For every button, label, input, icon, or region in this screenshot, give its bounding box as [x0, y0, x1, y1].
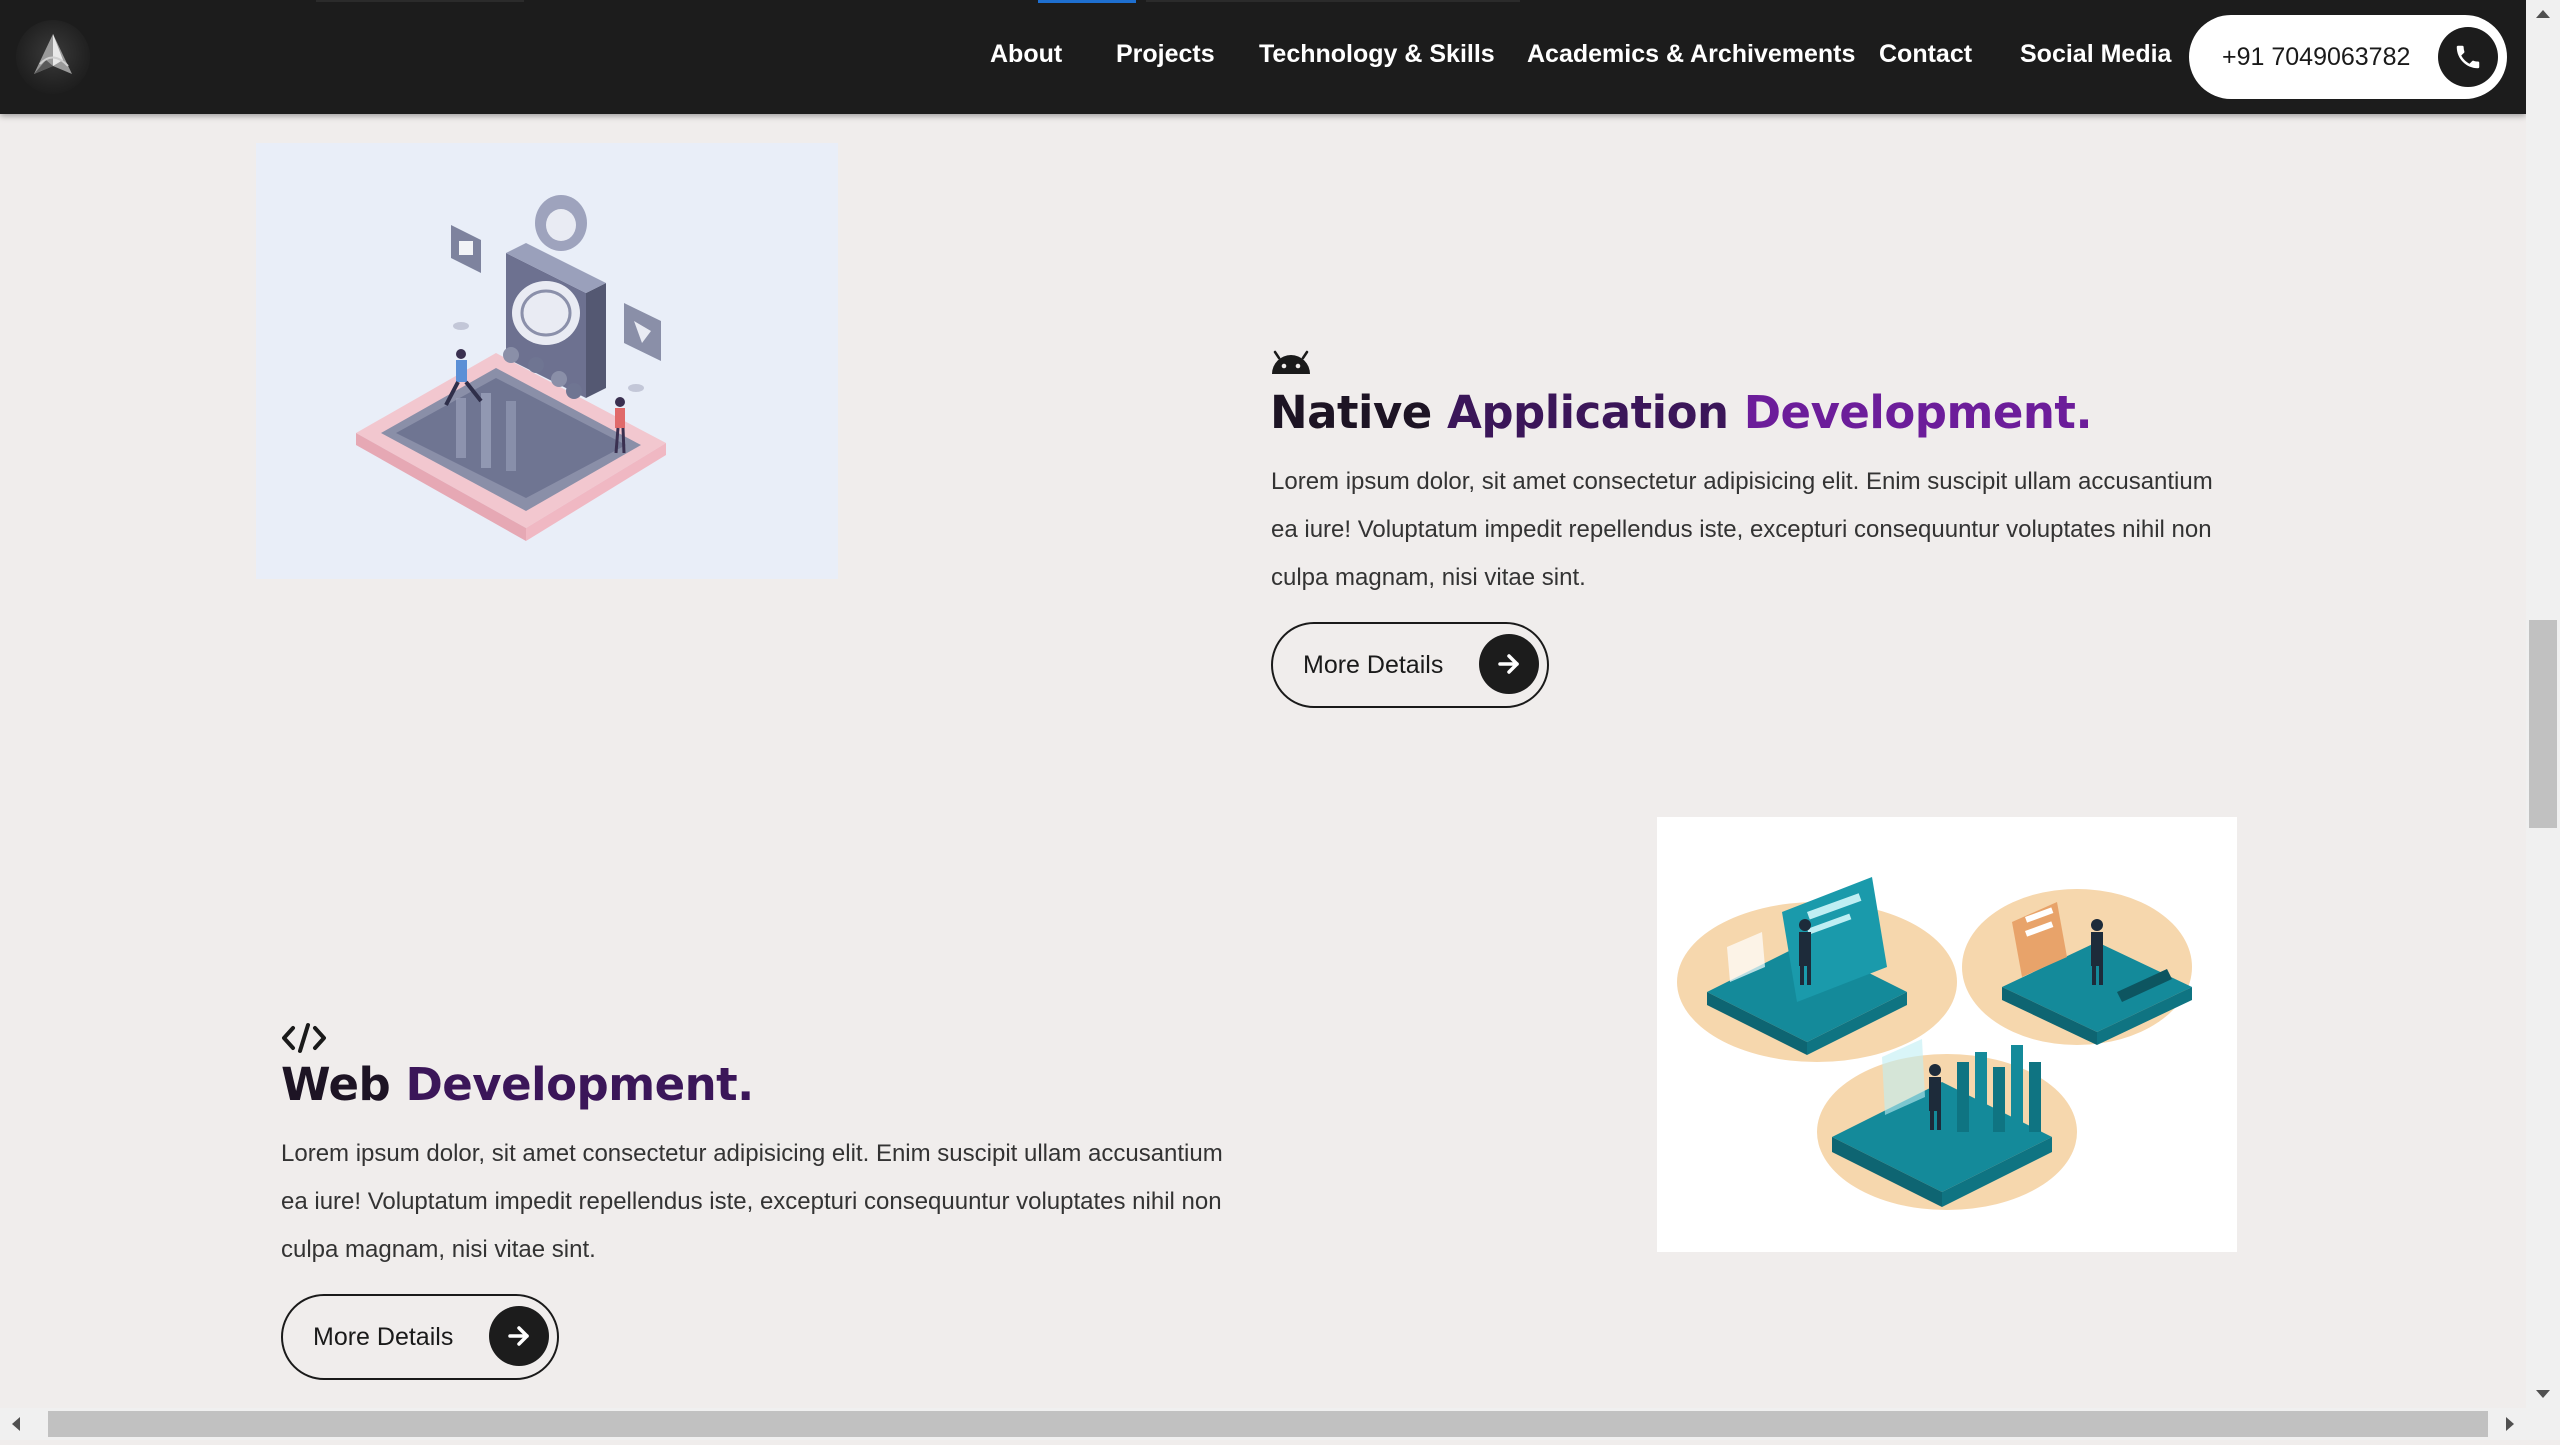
native-app-title: Native Application Development. [1270, 386, 2093, 439]
scroll-up-arrow-icon[interactable] [2526, 0, 2560, 28]
title-word: Web [281, 1058, 391, 1111]
mobile-app-illustration [256, 143, 838, 579]
arrow-right-icon [489, 1306, 549, 1366]
scrollbar-corner [2526, 1408, 2560, 1440]
arrow-right-icon [1479, 634, 1539, 694]
title-word: Development. [1743, 386, 2093, 439]
nav-indicator [1146, 0, 1520, 2]
nav-link-technology-skills[interactable]: Technology & Skills [1259, 40, 1495, 69]
nav-indicator [316, 0, 524, 2]
vertical-scrollbar[interactable] [2526, 0, 2560, 1408]
nav-link-social-media[interactable]: Social Media [2020, 40, 2171, 69]
title-word: Native [1270, 386, 1432, 439]
android-icon [1270, 350, 1312, 381]
vertical-scroll-thumb[interactable] [2529, 620, 2557, 828]
nav-link-academics-achievements[interactable]: Academics & Archivements [1527, 40, 1855, 69]
title-word: Development. [405, 1058, 754, 1111]
more-details-label: More Details [313, 1323, 454, 1351]
more-details-label: More Details [1303, 651, 1444, 679]
nav-active-indicator [1038, 0, 1136, 3]
code-icon [281, 1022, 327, 1059]
horizontal-scrollbar[interactable] [0, 1408, 2526, 1440]
nav-link-contact[interactable]: Contact [1879, 40, 1972, 69]
more-details-button[interactable]: More Details [1271, 622, 1549, 708]
title-word: Application [1447, 386, 1729, 439]
brand-logo-icon[interactable] [16, 20, 90, 94]
nav-link-projects[interactable]: Projects [1116, 40, 1215, 69]
scroll-down-arrow-icon[interactable] [2526, 1380, 2560, 1408]
more-details-button[interactable]: More Details [281, 1294, 559, 1380]
web-development-illustration [1657, 817, 2237, 1252]
horizontal-scroll-thumb[interactable] [48, 1411, 2488, 1437]
scroll-right-arrow-icon[interactable] [2492, 1408, 2526, 1440]
phone-icon [2438, 27, 2498, 87]
phone-number: +91 7049063782 [2222, 43, 2411, 71]
nav-link-about[interactable]: About [990, 40, 1062, 69]
scroll-left-arrow-icon[interactable] [0, 1408, 34, 1440]
web-dev-description: Lorem ipsum dolor, sit amet consectetur … [281, 1140, 1223, 1263]
phone-contact-button[interactable]: +91 7049063782 [2189, 15, 2507, 99]
native-app-description: Lorem ipsum dolor, sit amet consectetur … [1271, 468, 2213, 591]
web-dev-title: Web Development. [281, 1058, 754, 1111]
top-navbar: About Projects Technology & Skills Acade… [0, 0, 2526, 114]
